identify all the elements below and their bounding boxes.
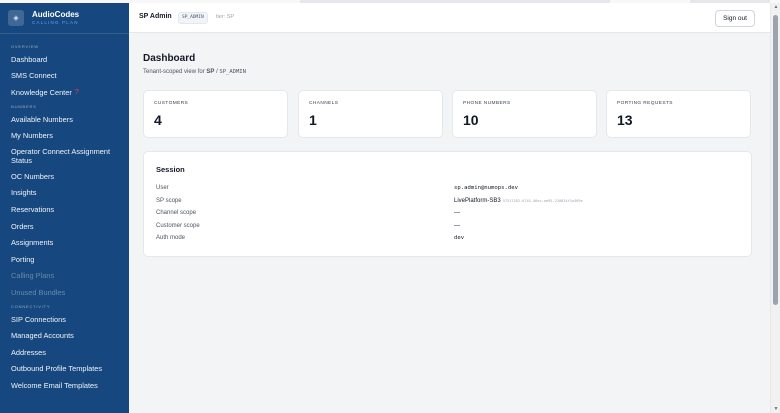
logo-icon: ◈ <box>8 10 24 26</box>
sidebar-item-label: My Numbers <box>11 131 53 141</box>
role-code-badge: SP_ADMIN <box>178 12 208 24</box>
stat-value: 1 <box>309 112 317 128</box>
sidebar-item-my-numbers[interactable]: My Numbers <box>0 127 129 144</box>
session-title: Session <box>156 165 185 174</box>
subtitle-code: SP_ADMIN <box>219 69 246 75</box>
main-content: Dashboard Tenant-scoped view for SP / SP… <box>129 33 770 413</box>
session-row-channel-scope: Channel scope — <box>156 210 736 222</box>
vertical-scrollbar[interactable]: ▲ ▼ <box>770 3 780 413</box>
session-value: — <box>454 210 460 216</box>
brand-subtitle: CALLING PLAN <box>32 19 79 25</box>
stat-card-phone-numbers: PHONE NUMBERS 10 <box>452 90 597 138</box>
sidebar-item-managed-accounts[interactable]: Managed Accounts <box>0 327 129 344</box>
session-row-sp-scope: SP scope LivePlatform-SB3 57517182-6745-4… <box>156 198 736 210</box>
sp-scope-id: 57517182-6745-46ec-ae95-230824f1a369e <box>502 199 583 203</box>
session-value-wrap: LivePlatform-SB3 57517182-6745-46ec-ae95-… <box>454 198 583 204</box>
brand[interactable]: ◈ AudioCodes CALLING PLAN <box>0 3 129 34</box>
sidebar-item-label: Available Numbers <box>11 114 73 124</box>
sidebar-section-connectivity: CONNECTIVITY <box>11 303 51 309</box>
sidebar-item-oc-numbers[interactable]: OC Numbers <box>0 168 129 185</box>
sidebar-item-operator-connect-status[interactable]: Operator Connect Assignment Status <box>0 144 129 168</box>
sidebar-item-label: SIP Connections <box>11 314 66 324</box>
sidebar-item-label: Assignments <box>11 238 54 248</box>
scroll-up-icon[interactable]: ▲ <box>771 3 780 11</box>
sidebar-item-insights[interactable]: Insights <box>0 185 129 202</box>
sidebar-item-porting[interactable]: Porting <box>0 251 129 268</box>
sidebar-item-label: Reservations <box>11 204 55 214</box>
sidebar-item-label: Operator Connect Assignment Status <box>11 146 111 165</box>
sidebar-item-label: Orders <box>11 221 34 231</box>
sidebar-item-welcome-email-templates[interactable]: Welcome Email Templates <box>0 377 129 394</box>
sidebar-item-sip-connections[interactable]: SIP Connections <box>0 311 129 328</box>
stat-label: PORTING REQUESTS <box>617 101 673 106</box>
stat-card-customers: CUSTOMERS 4 <box>143 90 288 138</box>
sidebar: ◈ AudioCodes CALLING PLAN OVERVIEW Dashb… <box>0 3 129 413</box>
session-key: Channel scope <box>156 210 197 216</box>
sidebar-item-outbound-profile-templates[interactable]: Outbound Profile Templates <box>0 361 129 378</box>
sidebar-item-sms-connect[interactable]: SMS Connect <box>0 68 129 85</box>
scrollbar-thumb[interactable] <box>773 15 778 305</box>
sidebar-item-label: Dashboard <box>11 54 48 64</box>
sidebar-item-label: Insights <box>11 188 37 198</box>
session-key: Customer scope <box>156 223 200 229</box>
sidebar-item-knowledge-center[interactable]: Knowledge Center? <box>0 84 129 101</box>
page-subtitle: Tenant-scoped view for SP / SP_ADMIN <box>143 69 246 75</box>
subtitle-sp: SP <box>206 69 215 75</box>
top-header: SP Admin SP_ADMIN tier: SP Sign out <box>129 3 770 33</box>
stat-value: 13 <box>617 112 633 128</box>
subtitle-prefix: Tenant-scoped view for <box>143 69 205 75</box>
sidebar-section-overview: OVERVIEW <box>11 44 39 49</box>
sidebar-item-label: Unused Bundles <box>11 287 66 297</box>
sidebar-section-numbers: NUMBERS <box>11 103 37 109</box>
subtitle-separator: / <box>216 69 218 75</box>
session-row-user: User sp.admin@numops.dev <box>156 185 736 197</box>
session-key: User <box>156 185 169 191</box>
stat-card-channels: CHANNELS 1 <box>298 90 443 138</box>
sign-out-button[interactable]: Sign out <box>715 10 755 27</box>
sidebar-item-label: Addresses <box>11 347 46 357</box>
sidebar-item-unused-bundles: Unused Bundles <box>0 284 129 301</box>
sidebar-item-reservations[interactable]: Reservations <box>0 201 129 218</box>
sidebar-item-label: Outbound Profile Templates <box>11 364 103 374</box>
brand-title: AudioCodes <box>32 9 80 19</box>
session-value: — <box>454 223 460 229</box>
stat-value: 10 <box>463 112 479 128</box>
help-icon: ? <box>74 88 79 96</box>
sidebar-item-label: Welcome Email Templates <box>11 380 98 390</box>
sidebar-item-orders[interactable]: Orders <box>0 218 129 235</box>
sidebar-item-dashboard[interactable]: Dashboard <box>0 51 129 68</box>
role-label: SP Admin <box>139 13 172 20</box>
stat-label: CHANNELS <box>309 101 339 106</box>
page-title: Dashboard <box>143 53 196 64</box>
sidebar-item-addresses[interactable]: Addresses <box>0 344 129 361</box>
session-row-auth-mode: Auth mode dev <box>156 235 736 247</box>
sidebar-item-calling-plans: Calling Plans <box>0 268 129 285</box>
scroll-down-icon[interactable]: ▼ <box>771 405 780 413</box>
stat-label: PHONE NUMBERS <box>463 101 511 106</box>
sidebar-item-label: Porting <box>11 254 35 264</box>
session-key: Auth mode <box>156 235 186 241</box>
stat-card-porting-requests: PORTING REQUESTS 13 <box>606 90 751 138</box>
sidebar-item-available-numbers[interactable]: Available Numbers <box>0 111 129 128</box>
session-value: sp.admin@numops.dev <box>454 185 518 191</box>
tier-label: tier: SP <box>216 14 235 20</box>
session-panel: Session User sp.admin@numops.dev SP scop… <box>143 151 752 257</box>
session-key: SP scope <box>156 198 182 204</box>
sidebar-item-label: OC Numbers <box>11 171 55 181</box>
sidebar-item-label: Managed Accounts <box>11 331 74 341</box>
stat-value: 4 <box>154 112 162 128</box>
session-value: dev <box>454 235 465 241</box>
sidebar-item-label: SMS Connect <box>11 71 57 81</box>
sidebar-item-assignments[interactable]: Assignments <box>0 234 129 251</box>
session-value: LivePlatform-SB3 <box>454 198 501 204</box>
session-row-customer-scope: Customer scope — <box>156 223 736 235</box>
stat-label: CUSTOMERS <box>154 101 189 106</box>
sidebar-item-label: Calling Plans <box>11 271 55 281</box>
sidebar-item-label: Knowledge Center <box>11 87 72 97</box>
